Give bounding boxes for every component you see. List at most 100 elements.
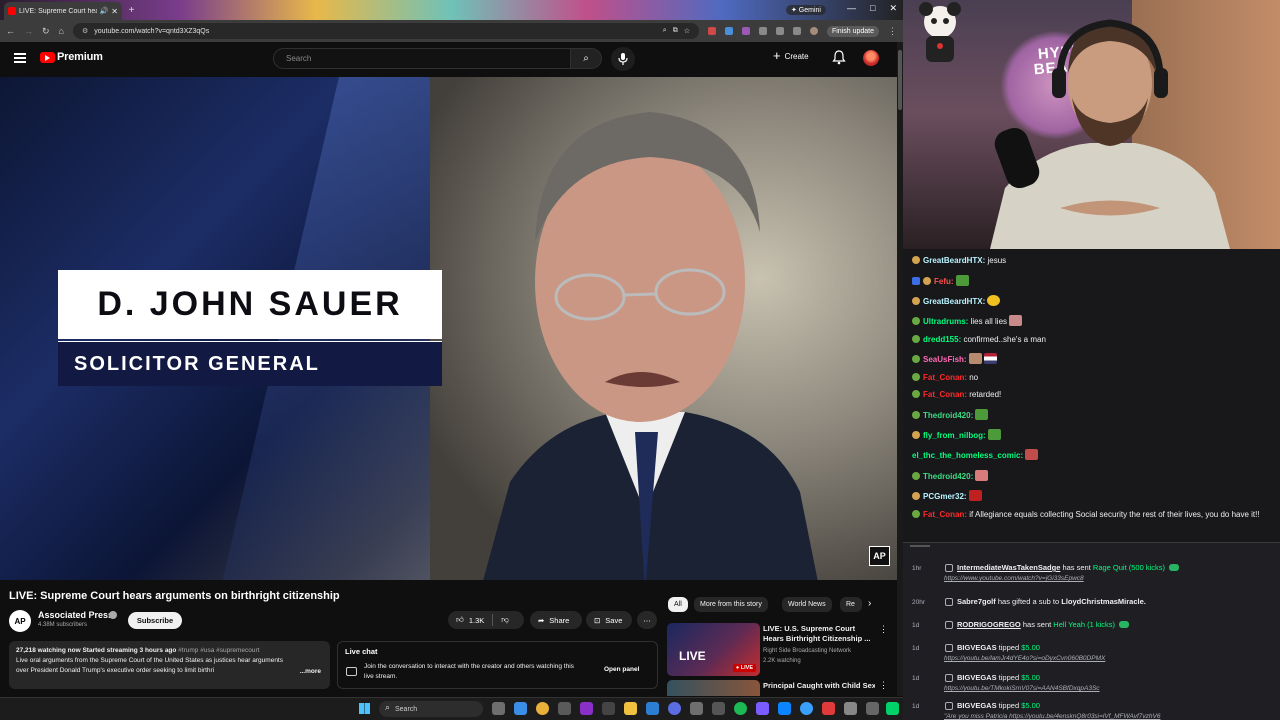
feed-username[interactable]: BIGVEGAS [957,701,997,710]
extension-icon[interactable] [758,27,767,35]
back-icon[interactable]: ← [6,26,15,36]
save-button[interactable]: ⊡ Save [586,611,632,629]
chat-username[interactable]: SeaUsFish: [923,355,967,364]
feed-link[interactable]: https://www.youtube.com/watch?v=jGi33sEp… [944,575,1084,582]
feed-username[interactable]: Sabre7golf [957,597,996,606]
chat-username[interactable]: el_thc_the_homeless_comic: [912,451,1023,460]
description-box[interactable]: 27,218 watching now Started streaming 3 … [9,641,330,689]
chat-username[interactable]: dredd155: [923,335,961,344]
recommendation-thumbnail[interactable]: LIVE ● LIVE [667,623,760,676]
recommendation-title[interactable]: Principal Caught with Child Sex Abuse Ma… [763,681,875,695]
app-icon[interactable] [690,702,703,715]
extension-icon[interactable] [741,27,750,35]
tab-close-icon[interactable]: ✕ [111,7,118,16]
video-player[interactable]: D. JOHN SAUER SOLICITOR GENERAL AP [0,77,897,580]
tab-audio-icon[interactable]: 🔊 [100,7,109,15]
taskbar-search[interactable]: Search [379,701,483,717]
app-icon[interactable] [866,702,879,715]
chat-username[interactable]: Fat_Conan: [923,390,967,399]
feed-username[interactable]: IntermediateWasTakenSadge [957,563,1060,572]
app-icon[interactable] [602,702,615,715]
reload-icon[interactable]: ↻ [42,26,50,37]
chat-username[interactable]: Thedroid420: [923,411,973,420]
discord-icon[interactable] [668,702,681,715]
chevron-right-icon[interactable]: › [868,598,871,609]
recommendation-title[interactable]: LIVE: U.S. Supreme Court Hears Birthrigh… [763,624,875,644]
app-icon[interactable] [558,702,571,715]
open-panel-button[interactable]: Open panel [604,666,639,673]
address-bar[interactable]: ⚙ youtube.com/watch?v=qntd3XZ3qQs ⌕ ⧉ ☆ [72,23,699,39]
zoom-icon[interactable]: ⌕ [663,27,667,35]
chat-username[interactable]: PCGmer32: [923,492,967,501]
minimize-icon[interactable]: — [847,3,856,14]
edge-icon[interactable] [514,702,527,715]
channel-name[interactable]: Associated Press [38,610,113,620]
chip-all[interactable]: All [668,597,688,612]
file-explorer-icon[interactable] [624,702,637,715]
feed-link[interactable]: https://youtu.be/TMkokiSrnV07si=AAN4SBfD… [944,685,1100,692]
chat-username[interactable]: Fefu: [934,277,954,286]
youtube-logo-icon[interactable] [40,52,55,63]
feed-username[interactable]: BIGVEGAS [957,673,997,682]
search-button[interactable]: ⌕ [570,48,602,69]
hashtags[interactable]: #trump #usa #supremecourt [176,647,259,654]
finish-update-button[interactable]: Finish update [826,25,879,37]
feed-link[interactable]: https://youtu.be/lamJr4dYE4o?si=oDyxCvn0… [944,655,1105,662]
more-vert-icon[interactable]: ⋮ [879,680,888,691]
create-button[interactable]: + Create [773,49,809,62]
site-info-icon[interactable]: ⚙ [82,27,88,35]
windows-start-icon[interactable] [359,703,370,714]
extension-icon[interactable] [707,27,716,35]
browser-tab[interactable]: LIVE: Supreme Court hears 🔊 ✕ [4,2,122,20]
feed-link[interactable]: "Are you miss Patricia https://youtu.be/… [944,713,1160,720]
chat-username[interactable]: fly_from_nilbog: [923,431,986,440]
extensions-puzzle-icon[interactable] [775,27,784,35]
feed-recipient[interactable]: LloydChristmasMiracle. [1061,597,1146,606]
close-window-icon[interactable]: ✕ [889,3,897,14]
gemini-button[interactable]: ✦ Gemini [786,5,826,15]
new-tab-button[interactable]: + [126,5,137,16]
install-icon[interactable]: ⧉ [673,27,678,35]
chat-username[interactable]: Fat_Conan: [923,373,967,382]
chrome-icon[interactable] [536,702,549,715]
more-actions-button[interactable]: ⋯ [637,611,657,629]
app-icon[interactable] [756,702,769,715]
more-vert-icon[interactable]: ⋮ [879,624,888,635]
share-button[interactable]: ➦ Share [530,611,582,629]
chip-more-from-story[interactable]: More from this story [694,597,768,612]
subscribe-button[interactable]: Subscribe [128,612,182,629]
dislike-button[interactable]: 👎︎ [501,615,509,625]
menu-icon[interactable] [14,53,26,63]
app-icon[interactable] [646,702,659,715]
chip-truncated[interactable]: Re [840,597,862,612]
voice-search-button[interactable] [611,47,635,71]
feed-username[interactable]: BIGVEGAS [957,643,997,652]
like-button[interactable]: 👍︎ 1.3K [456,615,484,625]
chat-username[interactable]: Fat_Conan: [923,510,967,519]
forward-icon[interactable]: → [24,26,33,36]
home-icon[interactable]: ⌂ [59,26,64,36]
chip-world-news[interactable]: World News [782,597,832,612]
recommendation-channel[interactable]: Right Side Broadcasting Network [763,648,851,654]
task-view-icon[interactable] [492,702,505,715]
notifications-bell-icon[interactable] [832,50,846,65]
chat-username[interactable]: Thedroid420: [923,472,973,481]
youtube-premium-brand[interactable]: Premium [57,51,103,63]
sidebar-icon[interactable] [792,27,801,35]
chat-username[interactable]: GreatBeardHTX: [923,297,985,306]
feed-username[interactable]: RODRIGOGREGO [957,620,1021,629]
show-more-link[interactable]: ...more [296,667,321,677]
browser-menu-icon[interactable]: ⋮ [888,26,897,37]
app-icon[interactable] [778,702,791,715]
app-icon[interactable] [822,702,835,715]
spotify-icon[interactable] [734,702,747,715]
chat-username[interactable]: Ultradrums: [923,317,968,326]
user-avatar[interactable] [863,50,879,66]
app-icon[interactable] [886,702,899,715]
profile-icon[interactable] [809,27,818,35]
maximize-icon[interactable]: □ [870,3,875,14]
recommendation-thumbnail[interactable] [667,680,760,696]
app-icon[interactable] [800,702,813,715]
channel-avatar[interactable]: AP [9,610,31,632]
obs-icon[interactable] [580,702,593,715]
